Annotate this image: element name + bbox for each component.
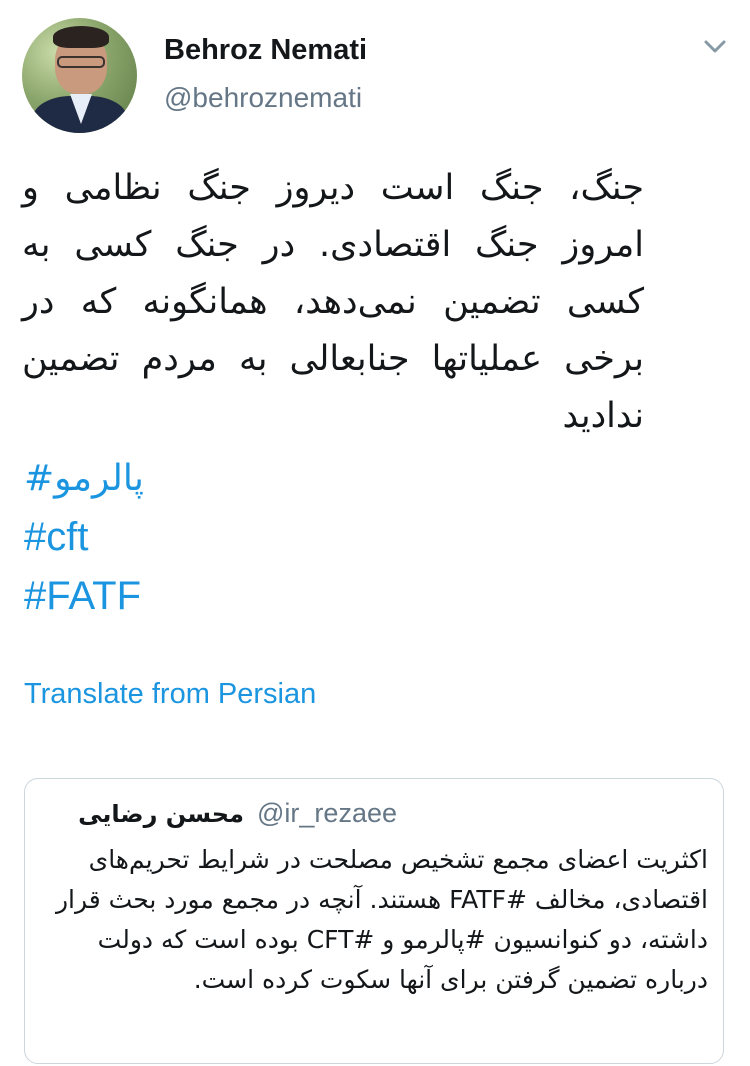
chevron-down-icon[interactable] [700,34,730,60]
quoted-author-handle: @ir_rezaee [257,798,397,828]
hashtag-fatf[interactable]: #FATF [24,574,141,619]
quoted-tweet-text: اکثریت اعضای مجمع تشخیص مصلحت در شرایط ت… [55,845,708,994]
translate-link[interactable]: Translate from Persian [24,678,316,711]
quoted-author-name: محسن رضایی [78,800,244,828]
quoted-tweet-header: محسن رضایی @ir_rezaee [78,798,397,829]
author-name[interactable]: Behroz Nemati [164,34,367,67]
hashtag-palermo[interactable]: #پالرمو [24,458,144,499]
avatar[interactable] [22,18,137,133]
tweet-text: جنگ، جنگ است دیروز جنگ نظامی و امروز جنگ… [22,168,644,436]
author-handle[interactable]: @behroznemati [164,82,362,114]
hashtag-cft[interactable]: #cft [24,515,88,560]
tweet: Behroz Nemati @behroznemati جنگ، جنگ است… [0,0,750,1066]
